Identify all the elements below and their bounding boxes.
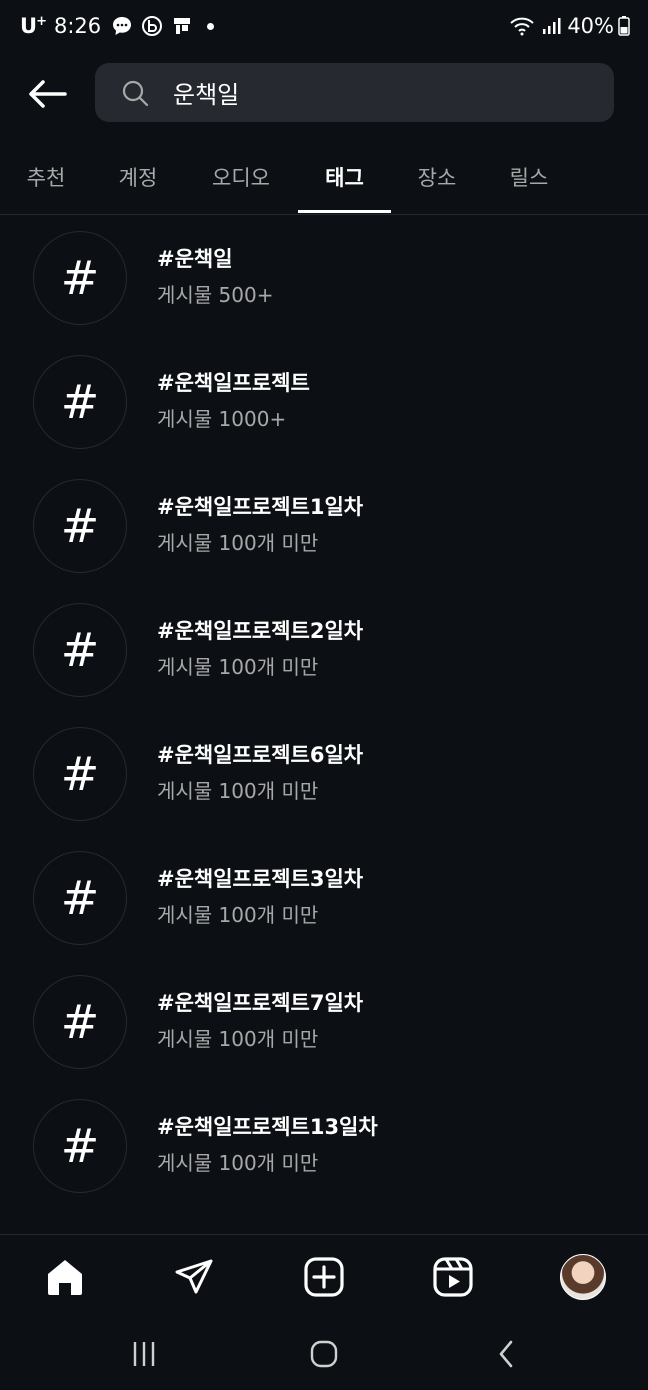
tab-audio[interactable]: 오디오 (184, 150, 298, 214)
tag-result-item[interactable]: # #운책일프로젝트2일차 게시물 100개 미만 (0, 587, 648, 711)
chat-bubble-icon (111, 15, 133, 37)
post-count: 게시물 1000+ (157, 407, 287, 431)
post-count: 게시물 100개 미만 (157, 531, 319, 555)
hashtag-icon: # (33, 479, 127, 573)
hashtag-icon: # (33, 1099, 127, 1193)
post-count: 게시물 500+ (157, 283, 274, 307)
clock: 8:26 (53, 14, 102, 38)
tag-name: #운책일프로젝트 (157, 371, 310, 395)
nav-profile-button[interactable] (559, 1253, 607, 1301)
status-right: 40% (509, 14, 630, 38)
app-store-icon (171, 15, 193, 37)
hashtag-icon: # (33, 851, 127, 945)
tab-tags[interactable]: 태그 (298, 150, 391, 214)
tag-result-item[interactable]: # #운책일프로젝트 게시물 1000+ (0, 339, 648, 463)
search-query[interactable]: 운책일 (173, 75, 239, 110)
system-nav-bar (0, 1318, 648, 1390)
post-count: 게시물 100개 미만 (157, 779, 319, 803)
tag-result-item[interactable]: # #운책일프로젝트13일차 게시물 100개 미만 (0, 1083, 648, 1207)
post-count: 게시물 100개 미만 (157, 1027, 319, 1051)
tag-name: #운책일프로젝트3일차 (157, 867, 364, 891)
home-icon (48, 1260, 82, 1295)
bottom-nav (0, 1234, 648, 1319)
direct-message-icon (175, 1259, 213, 1294)
tag-result-item[interactable]: # #운책일프로젝트7일차 게시물 100개 미만 (0, 959, 648, 1083)
post-count: 게시물 100개 미만 (157, 1151, 319, 1175)
battery-percent: 40% (567, 14, 614, 38)
nav-home-button[interactable] (41, 1253, 89, 1301)
wifi-icon (509, 16, 535, 36)
hashtag-icon: # (33, 603, 127, 697)
recent-apps-button[interactable] (124, 1336, 164, 1372)
arrow-left-icon (29, 80, 67, 108)
recent-apps-icon (133, 1342, 155, 1366)
nav-create-button[interactable] (300, 1253, 348, 1301)
hashtag-icon: # (33, 727, 127, 821)
battery-icon (618, 16, 630, 36)
create-post-icon (304, 1257, 344, 1297)
tag-name: #운책일프로젝트6일차 (157, 743, 364, 767)
tag-name: #운책일프로젝트7일차 (157, 991, 364, 1015)
reels-icon (433, 1257, 473, 1297)
system-back-button[interactable] (486, 1336, 526, 1372)
tab-reels[interactable]: 릴스 (483, 150, 575, 214)
tag-name: #운책일프로젝트2일차 (157, 619, 364, 643)
tag-result-item[interactable]: # #운책일프로젝트6일차 게시물 100개 미만 (0, 711, 648, 835)
signal-icon (541, 16, 561, 36)
tag-result-item[interactable]: # #운책일프로젝트1일차 게시물 100개 미만 (0, 463, 648, 587)
status-bar: U+ 8:26 40% (0, 0, 648, 60)
search-row: 운책일 (0, 62, 648, 124)
tag-name: #운책일프로젝트1일차 (157, 495, 364, 519)
nav-direct-button[interactable] (170, 1253, 218, 1301)
tag-name: #운책일프로젝트13일차 (157, 1115, 378, 1139)
tag-name: #운책일 (157, 247, 233, 271)
post-count: 게시물 100개 미만 (157, 903, 319, 927)
hashtag-icon: # (33, 355, 127, 449)
nav-reels-button[interactable] (429, 1253, 477, 1301)
tab-accounts[interactable]: 계정 (92, 150, 184, 214)
search-input[interactable]: 운책일 (95, 63, 614, 122)
search-icon (121, 79, 149, 107)
back-button[interactable] (24, 76, 70, 112)
tab-recommended[interactable]: 추천 (0, 150, 92, 214)
home-circle-icon (310, 1340, 338, 1368)
home-system-button[interactable] (304, 1336, 344, 1372)
notification-dot (207, 22, 215, 30)
carrier-label: U+ (20, 14, 47, 38)
tag-result-item[interactable]: # #운책일프로젝트3일차 게시물 100개 미만 (0, 835, 648, 959)
chevron-left-icon (499, 1340, 513, 1368)
status-left: U+ 8:26 (20, 14, 215, 38)
profile-avatar (560, 1254, 606, 1300)
hashtag-icon: # (33, 231, 127, 325)
tab-places[interactable]: 장소 (391, 150, 483, 214)
search-tabs: 추천 계정 오디오 태그 장소 릴스 (0, 150, 648, 215)
tag-result-item[interactable]: # #운책일 게시물 500+ (0, 215, 648, 339)
app-b-icon (141, 15, 163, 37)
hashtag-icon: # (33, 975, 127, 1069)
post-count: 게시물 100개 미만 (157, 655, 319, 679)
active-tab-indicator (298, 210, 391, 213)
